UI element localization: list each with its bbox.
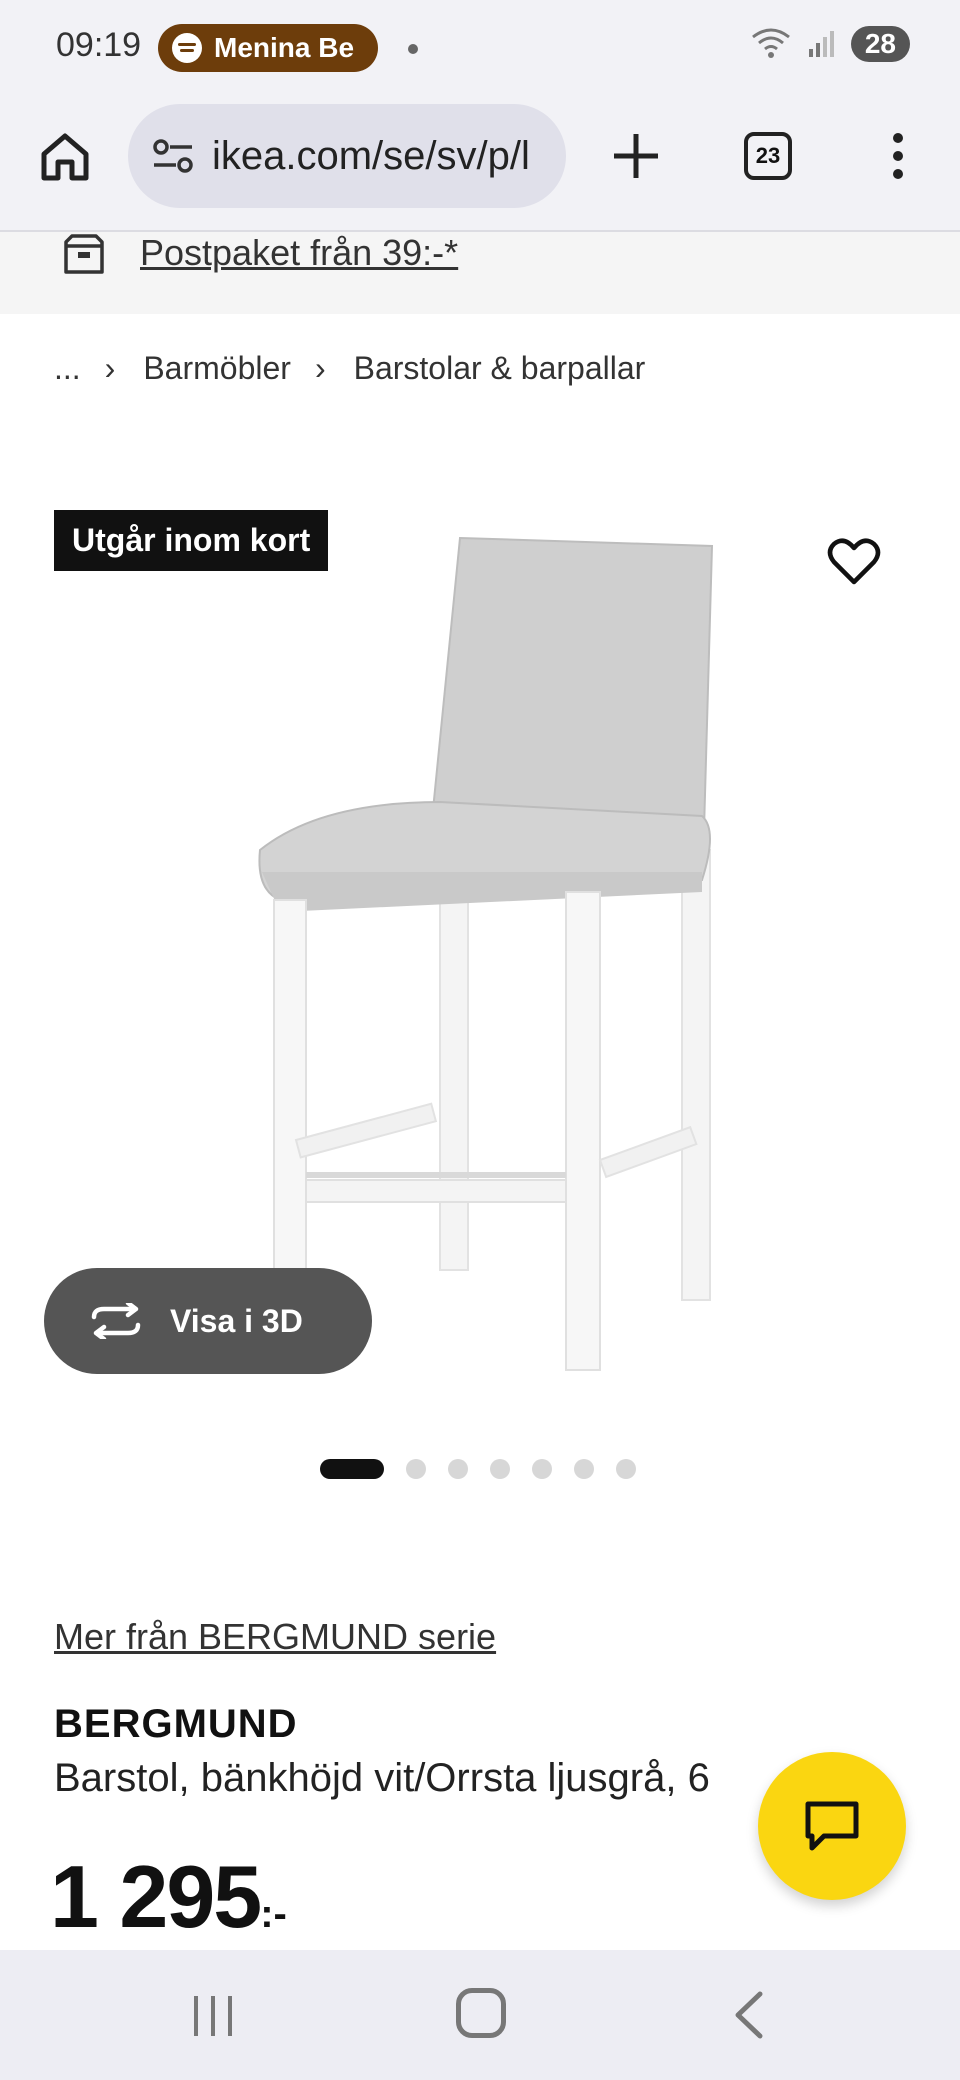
carousel-dot[interactable] — [448, 1459, 468, 1479]
product-name: BERGMUND — [54, 1702, 298, 1746]
chevron-right-icon: › — [104, 350, 116, 386]
back-icon[interactable] — [728, 1990, 768, 2040]
status-time: 09:19 — [56, 26, 142, 64]
view-3d-label: Visa i 3D — [170, 1302, 303, 1339]
url-text: ikea.com/se/sv/p/l — [212, 133, 530, 178]
wifi-icon — [751, 28, 790, 58]
status-icons: 28 — [751, 26, 910, 62]
address-bar[interactable]: ikea.com/se/sv/p/l — [128, 104, 566, 208]
media-notification-pill[interactable]: Menina Be — [158, 24, 378, 72]
site-settings-icon[interactable] — [152, 136, 194, 176]
media-title: Menina Be — [214, 32, 355, 63]
product-description: Barstol, bänkhöjd vit/Orrsta ljusgrå, 6 — [54, 1756, 710, 1800]
parcel-icon — [64, 234, 104, 274]
breadcrumb-item-barmobler[interactable]: Barmöbler — [143, 350, 291, 387]
price-suffix: :- — [260, 1892, 287, 1936]
breadcrumb-ellipsis[interactable]: ... — [54, 350, 81, 387]
product-image[interactable] — [250, 520, 730, 1380]
new-tab-icon[interactable] — [608, 128, 664, 184]
breadcrumb-item-barstolar[interactable]: Barstolar & barpallar — [354, 350, 646, 387]
more-menu-icon[interactable] — [880, 130, 916, 182]
carousel-dot[interactable] — [532, 1459, 552, 1479]
carousel-dot[interactable] — [490, 1459, 510, 1479]
status-bar: 09:19 Menina Be 28 — [0, 0, 960, 100]
chat-icon — [805, 1801, 859, 1851]
rotate-3d-icon — [91, 1303, 141, 1339]
tab-switcher-button[interactable]: 23 — [744, 132, 792, 180]
shipping-banner: Postpaket från 39:-* — [0, 232, 960, 314]
shipping-link[interactable]: Postpaket från 39:-* — [140, 232, 458, 274]
home-icon[interactable] — [36, 128, 94, 186]
battery-indicator: 28 — [850, 26, 910, 62]
series-link[interactable]: Mer från BERGMUND serie — [54, 1616, 496, 1658]
spotify-icon — [172, 33, 202, 63]
notification-dot — [408, 44, 418, 54]
product-price: 1 295:- — [50, 1846, 287, 1948]
chevron-right-icon: › — [314, 350, 326, 386]
carousel-dot[interactable] — [320, 1459, 384, 1479]
signal-icon — [808, 31, 834, 57]
tab-count: 23 — [755, 143, 781, 168]
breadcrumb: ... › Barmöbler › Barstolar & barpallar — [54, 350, 645, 387]
system-nav-bar — [0, 1950, 960, 2080]
chat-button[interactable] — [758, 1752, 906, 1900]
image-carousel-dots — [320, 1459, 636, 1479]
recent-apps-icon[interactable] — [190, 1994, 236, 2038]
heart-icon[interactable] — [826, 536, 882, 588]
price-value: 1 295 — [50, 1847, 262, 1946]
view-3d-button[interactable]: Visa i 3D — [44, 1268, 372, 1374]
discontinued-badge: Utgår inom kort — [54, 510, 329, 571]
carousel-dot[interactable] — [406, 1459, 426, 1479]
carousel-dot[interactable] — [616, 1459, 636, 1479]
carousel-dot[interactable] — [574, 1459, 594, 1479]
nav-home-icon[interactable] — [456, 1988, 506, 2038]
